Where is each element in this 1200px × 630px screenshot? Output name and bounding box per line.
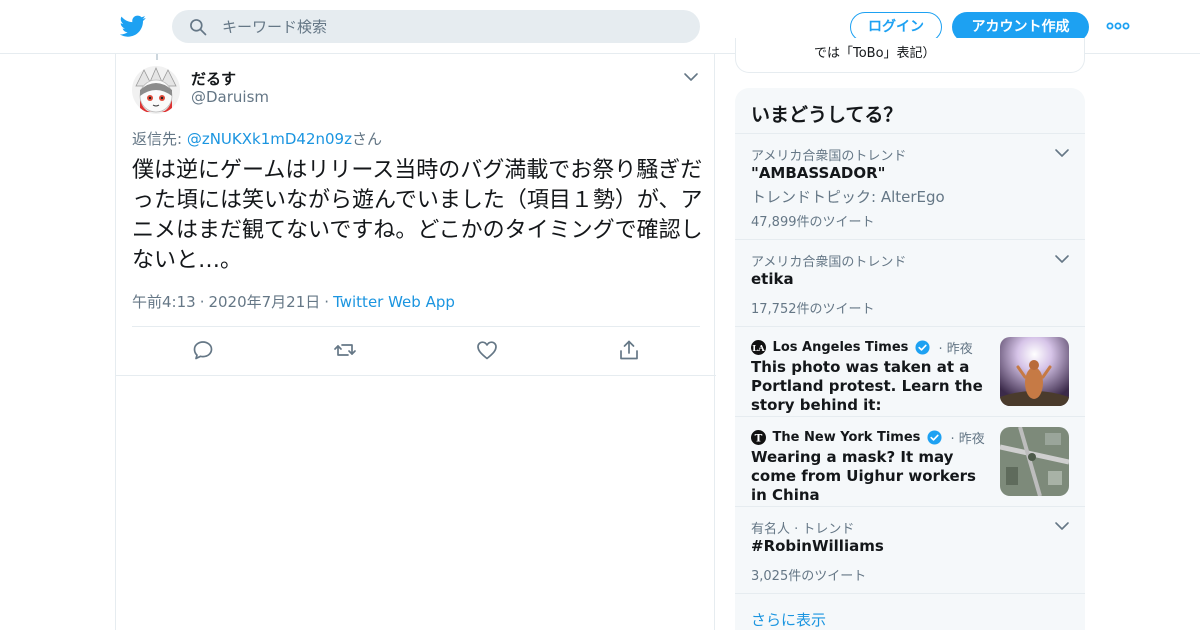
trend-context: 有名人 · トレンド — [751, 522, 855, 537]
trend-item[interactable]: アメリカ合衆国のトレンド "AMBASSADOR" トレンドトピック: Alte… — [735, 133, 1085, 239]
divider — [116, 375, 716, 376]
news-time: · 昨夜 — [938, 342, 973, 357]
news-thumbnail — [1000, 427, 1069, 496]
news-source-name: The New York Times — [772, 430, 921, 445]
avatar[interactable] — [132, 66, 180, 114]
chevron-down-icon[interactable] — [682, 68, 700, 86]
new-york-times-logo-icon: T — [751, 430, 766, 445]
reply-to-line: 返信先: @zNUKXk1mD42n09zさん — [132, 128, 382, 149]
trend-tweet-count: 3,025件のツイート — [751, 569, 867, 584]
meta-separator: · — [199, 293, 205, 311]
protest-photo-icon — [1000, 337, 1069, 406]
news-item[interactable]: LA Los Angeles Times · 昨夜 This photo was… — [735, 326, 1085, 416]
avatar-illustration-icon — [132, 66, 180, 114]
trends-title: いまどうしてる？ — [751, 104, 903, 126]
more-options-icon[interactable] — [1106, 18, 1130, 34]
trend-name: #RobinWilliams — [751, 537, 884, 555]
previous-card-bottom: では「ToBo」表記） — [735, 38, 1085, 73]
reply-to-handle-link[interactable]: @zNUKXk1mD42n09z — [187, 130, 352, 148]
like-heart-icon[interactable] — [475, 338, 499, 362]
news-headline: This photo was taken at a Portland prote… — [751, 358, 983, 414]
news-item[interactable]: T The New York Times · 昨夜 Wearing a mask… — [735, 416, 1085, 506]
trend-item[interactable]: アメリカ合衆国のトレンド etika 17,752件のツイート — [735, 239, 1085, 326]
los-angeles-times-logo-icon: LA — [751, 340, 766, 355]
retweet-icon[interactable] — [333, 338, 357, 362]
meta-separator: · — [324, 293, 330, 311]
news-thumbnail — [1000, 337, 1069, 406]
show-more-row[interactable]: さらに表示 — [735, 593, 1085, 630]
divider — [132, 326, 700, 327]
trends-panel: いまどうしてる？ アメリカ合衆国のトレンド "AMBASSADOR" トレンドト… — [735, 88, 1085, 630]
search-input[interactable] — [222, 10, 682, 43]
tweet-date[interactable]: 2020年7月21日 — [208, 293, 320, 311]
user-handle[interactable]: @Daruism — [191, 88, 269, 106]
previous-card-text: では「ToBo」表記） — [814, 46, 936, 61]
trend-topic: トレンドトピック: AlterEgo — [751, 188, 945, 206]
svg-text:LA: LA — [752, 343, 765, 353]
chevron-down-icon[interactable] — [1053, 250, 1071, 268]
reply-suffix: さん — [351, 130, 382, 148]
reply-icon[interactable] — [191, 338, 215, 362]
tweet-source-link[interactable]: Twitter Web App — [333, 293, 455, 311]
trend-name: etika — [751, 270, 794, 288]
news-headline: Wearing a mask? It may come from Uighur … — [751, 448, 976, 504]
trend-item[interactable]: 有名人 · トレンド #RobinWilliams 3,025件のツイート — [735, 506, 1085, 593]
tweet-text: 僕は逆にゲームはリリース当時のバグ満載でお祭り騒ぎだった頃には笑いながら遊んでい… — [132, 158, 703, 273]
trend-name: "AMBASSADOR" — [751, 164, 886, 182]
chevron-down-icon[interactable] — [1053, 517, 1071, 535]
display-name[interactable]: だるす — [191, 68, 236, 89]
news-time: · 昨夜 — [950, 432, 985, 447]
trend-tweet-count: 47,899件のツイート — [751, 215, 875, 230]
reply-prefix: 返信先: — [132, 130, 187, 148]
trend-tweet-count: 17,752件のツイート — [751, 302, 875, 317]
show-more-link[interactable]: さらに表示 — [751, 609, 826, 630]
trend-context: アメリカ合衆国のトレンド — [751, 255, 907, 270]
news-source: T The New York Times · 昨夜 — [751, 428, 985, 447]
share-icon[interactable] — [617, 338, 641, 362]
chevron-down-icon[interactable] — [1053, 144, 1071, 162]
news-source-name: Los Angeles Times — [772, 340, 909, 355]
news-source: LA Los Angeles Times · 昨夜 — [751, 338, 973, 357]
thread-connector — [156, 54, 158, 60]
tweet-time[interactable]: 午前4:13 — [132, 293, 196, 311]
svg-text:T: T — [755, 432, 763, 444]
trend-context: アメリカ合衆国のトレンド — [751, 149, 907, 164]
tweet-metadata: 午前4:13 · 2020年7月21日 · Twitter Web App — [132, 291, 455, 312]
twitter-logo-icon[interactable] — [120, 13, 146, 39]
verified-badge-icon — [927, 430, 942, 445]
tweet-actions — [116, 338, 716, 364]
search-icon — [190, 19, 207, 36]
tweet-column: だるす @Daruism 返信先: @zNUKXk1mD42n09zさん 僕は逆… — [115, 54, 716, 630]
aerial-photo-icon — [1000, 427, 1069, 496]
verified-badge-icon — [915, 340, 930, 355]
search-box[interactable] — [172, 10, 700, 43]
